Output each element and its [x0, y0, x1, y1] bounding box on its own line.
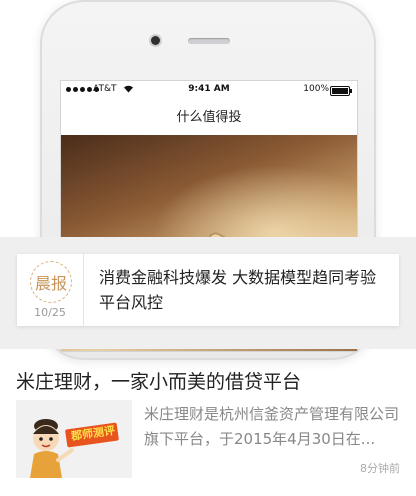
- article-summary[interactable]: 米庄理财是杭州信釜资产管理有限公司旗下平台，于2015年4月30日在...: [144, 402, 400, 452]
- badge-date: 10/25: [34, 306, 66, 319]
- battery-icon: [330, 86, 352, 96]
- front-camera: [151, 36, 160, 45]
- nav-title: 什么值得投: [176, 110, 242, 125]
- news-headline[interactable]: 消费金融科技爆发 大数据模型趋同考验平台风控: [99, 265, 383, 315]
- earpiece-speaker: [188, 38, 230, 44]
- morning-news-card[interactable]: 晨报 10/25 消费金融科技爆发 大数据模型趋同考验平台风控: [17, 254, 399, 326]
- seal-icon: 晨报: [30, 261, 72, 303]
- article-timestamp: 8分钟前: [360, 462, 400, 475]
- battery-percentage: 100%: [303, 84, 329, 94]
- status-bar: AT&T 9:41 AM 100%: [61, 81, 357, 101]
- badge-label: 晨报: [34, 274, 67, 293]
- article-thumbnail[interactable]: 郡师测评: [16, 400, 132, 478]
- article-title[interactable]: 米庄理财，一家小而美的借贷平台: [16, 367, 301, 394]
- morning-report-badge: 晨报 10/25: [17, 254, 84, 326]
